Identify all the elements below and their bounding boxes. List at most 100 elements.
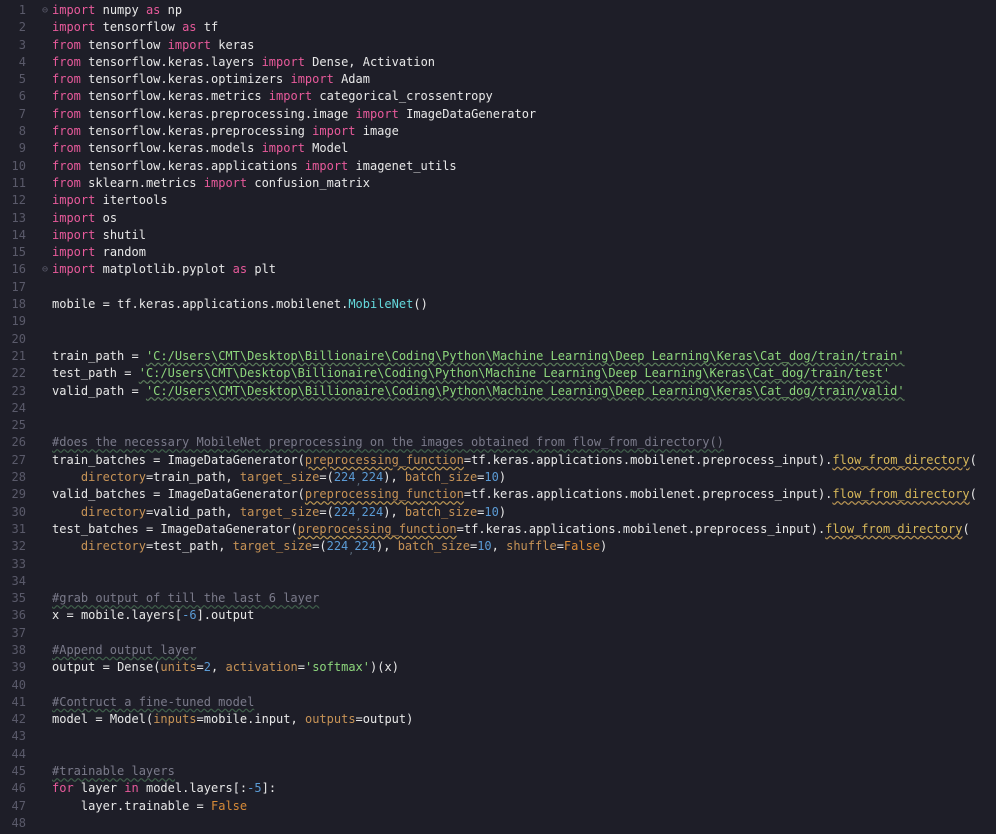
fold-marker (38, 556, 52, 573)
fold-marker (38, 296, 52, 313)
code-editor[interactable]: 1234567891011121314151617181920212223242… (0, 0, 996, 834)
code-line[interactable] (52, 625, 996, 642)
line-number: 1 (0, 2, 26, 19)
code-line[interactable]: from tensorflow.keras.models import Mode… (52, 140, 996, 157)
code-line[interactable]: output = Dense(units=2, activation='soft… (52, 659, 996, 676)
code-line[interactable]: test_path = 'C:/Users\CMT\Desktop\Billio… (52, 365, 996, 382)
line-number: 16 (0, 261, 26, 278)
line-number: 29 (0, 486, 26, 503)
code-line[interactable]: x = mobile.layers[-6].output (52, 607, 996, 624)
code-line[interactable] (52, 331, 996, 348)
line-number: 22 (0, 365, 26, 382)
line-number: 38 (0, 642, 26, 659)
fold-column[interactable]: ⊖⊖ (38, 0, 52, 834)
code-line[interactable]: import os (52, 210, 996, 227)
fold-marker (38, 37, 52, 54)
line-number: 3 (0, 37, 26, 54)
line-number-gutter: 1234567891011121314151617181920212223242… (0, 0, 38, 834)
line-number: 43 (0, 728, 26, 745)
fold-marker (38, 348, 52, 365)
line-number: 37 (0, 625, 26, 642)
fold-marker (38, 504, 52, 521)
line-number: 33 (0, 556, 26, 573)
line-number: 19 (0, 313, 26, 330)
fold-marker (38, 694, 52, 711)
code-line[interactable]: import tensorflow as tf (52, 19, 996, 36)
fold-marker (38, 158, 52, 175)
fold-marker[interactable]: ⊖ (38, 261, 52, 278)
code-area[interactable]: import numpy as npimport tensorflow as t… (52, 0, 996, 834)
code-line[interactable]: valid_path = 'C:/Users\CMT\Desktop\Billi… (52, 383, 996, 400)
fold-marker (38, 780, 52, 797)
line-number: 34 (0, 573, 26, 590)
line-number: 8 (0, 123, 26, 140)
code-line[interactable]: #does the necessary MobileNet preprocess… (52, 434, 996, 451)
code-line[interactable]: from sklearn.metrics import confusion_ma… (52, 175, 996, 192)
code-line[interactable]: from tensorflow.keras.applications impor… (52, 158, 996, 175)
code-line[interactable]: directory=test_path, target_size=(224,22… (52, 538, 996, 555)
code-line[interactable] (52, 573, 996, 590)
line-number: 28 (0, 469, 26, 486)
line-number: 12 (0, 192, 26, 209)
line-number: 27 (0, 452, 26, 469)
code-line[interactable]: from tensorflow import keras (52, 37, 996, 54)
line-number: 32 (0, 538, 26, 555)
code-line[interactable] (52, 815, 996, 832)
code-line[interactable] (52, 728, 996, 745)
fold-marker (38, 54, 52, 71)
line-number: 20 (0, 331, 26, 348)
code-line[interactable]: test_batches = ImageDataGenerator(prepro… (52, 521, 996, 538)
line-number: 35 (0, 590, 26, 607)
code-line[interactable]: for layer in model.layers[:-5]: (52, 780, 996, 797)
code-line[interactable]: #grab output of till the last 6 layer (52, 590, 996, 607)
line-number: 21 (0, 348, 26, 365)
code-line[interactable]: valid_batches = ImageDataGenerator(prepr… (52, 486, 996, 503)
code-line[interactable] (52, 677, 996, 694)
code-line[interactable]: model = Model(inputs=mobile.input, outpu… (52, 711, 996, 728)
code-line[interactable] (52, 746, 996, 763)
fold-marker (38, 331, 52, 348)
code-line[interactable]: import itertools (52, 192, 996, 209)
line-number: 31 (0, 521, 26, 538)
fold-marker (38, 88, 52, 105)
code-line[interactable]: directory=train_path, target_size=(224,2… (52, 469, 996, 486)
code-line[interactable]: import matplotlib.pyplot as plt (52, 261, 996, 278)
fold-marker (38, 417, 52, 434)
line-number: 24 (0, 400, 26, 417)
code-line[interactable]: import numpy as np (52, 2, 996, 19)
fold-marker (38, 175, 52, 192)
code-line[interactable]: import shutil (52, 227, 996, 244)
code-line[interactable]: train_batches = ImageDataGenerator(prepr… (52, 452, 996, 469)
code-line[interactable]: mobile = tf.keras.applications.mobilenet… (52, 296, 996, 313)
fold-marker (38, 677, 52, 694)
line-number: 47 (0, 798, 26, 815)
code-line[interactable] (52, 556, 996, 573)
code-line[interactable] (52, 279, 996, 296)
code-line[interactable]: #Contruct a fine-tuned model (52, 694, 996, 711)
code-line[interactable]: import random (52, 244, 996, 261)
code-line[interactable] (52, 400, 996, 417)
line-number: 40 (0, 677, 26, 694)
code-line[interactable]: from tensorflow.keras.layers import Dens… (52, 54, 996, 71)
code-line[interactable]: from tensorflow.keras.optimizers import … (52, 71, 996, 88)
code-line[interactable] (52, 313, 996, 330)
fold-marker (38, 106, 52, 123)
fold-marker[interactable]: ⊖ (38, 2, 52, 19)
code-line[interactable]: #Append output layer (52, 642, 996, 659)
fold-marker (38, 486, 52, 503)
code-line[interactable]: from tensorflow.keras.metrics import cat… (52, 88, 996, 105)
code-line[interactable]: train_path = 'C:/Users\CMT\Desktop\Billi… (52, 348, 996, 365)
code-line[interactable]: layer.trainable = False (52, 798, 996, 815)
fold-marker (38, 279, 52, 296)
code-line[interactable]: from tensorflow.keras.preprocessing.imag… (52, 106, 996, 123)
line-number: 25 (0, 417, 26, 434)
code-line[interactable] (52, 417, 996, 434)
code-line[interactable]: #trainable layers (52, 763, 996, 780)
line-number: 26 (0, 434, 26, 451)
code-line[interactable]: directory=valid_path, target_size=(224,2… (52, 504, 996, 521)
fold-marker (38, 469, 52, 486)
line-number: 2 (0, 19, 26, 36)
fold-marker (38, 625, 52, 642)
code-line[interactable]: from tensorflow.keras.preprocessing impo… (52, 123, 996, 140)
line-number: 48 (0, 815, 26, 832)
